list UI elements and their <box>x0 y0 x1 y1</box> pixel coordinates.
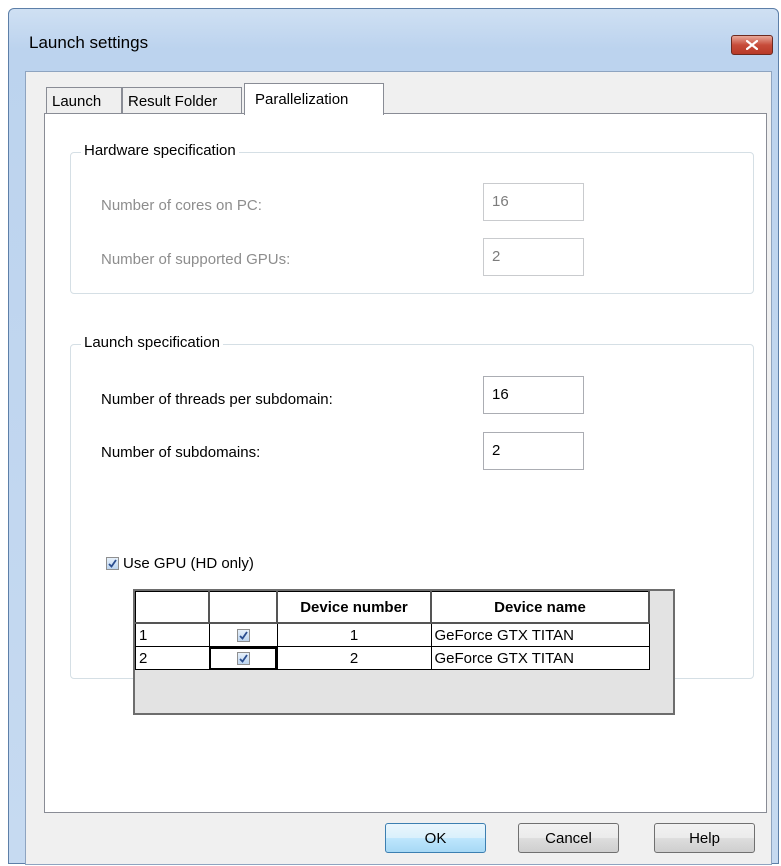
device-select-cell[interactable] <box>208 622 278 647</box>
column-header-select <box>208 591 278 624</box>
table-header-row: Device number Device name <box>135 591 650 624</box>
cores-field: 16 <box>483 183 584 221</box>
threads-field[interactable]: 16 <box>483 376 584 414</box>
gpus-field: 2 <box>483 238 584 276</box>
parallelization-panel: Hardware specification Number of cores o… <box>44 113 767 813</box>
cancel-button[interactable]: Cancel <box>518 823 619 853</box>
row-index[interactable]: 1 <box>135 622 210 647</box>
group-title: Hardware specification <box>81 142 239 159</box>
gpus-label: Number of supported GPUs: <box>101 251 291 268</box>
window-title: Launch settings <box>29 33 149 52</box>
dialog-client-area: Launch Result Folder Parallelization Har… <box>25 71 772 865</box>
launch-settings-dialog: Launch settings Launch Result Folder Par… <box>8 8 779 865</box>
device-select-cell[interactable] <box>208 646 278 670</box>
tab-parallelization[interactable]: Parallelization <box>244 83 384 115</box>
tab-label: Result Folder <box>128 92 218 110</box>
use-gpu-checkbox[interactable] <box>106 557 119 570</box>
tab-result-folder[interactable]: Result Folder <box>122 87 242 114</box>
device-number-cell[interactable]: 1 <box>276 622 432 647</box>
help-button[interactable]: Help <box>654 823 755 853</box>
ok-button[interactable]: OK <box>385 823 486 853</box>
tab-launch[interactable]: Launch <box>46 87 122 114</box>
group-title: Launch specification <box>81 334 223 351</box>
table-row: 1 1 GeForce GTX TITAN <box>135 622 650 647</box>
row-index[interactable]: 2 <box>135 646 210 670</box>
use-gpu-label: Use GPU (HD only) <box>123 555 254 572</box>
subdomains-label: Number of subdomains: <box>101 444 261 461</box>
checkmark-icon <box>108 559 117 568</box>
tab-label: Launch <box>52 92 102 110</box>
title-bar[interactable]: Launch settings <box>9 9 778 69</box>
close-button[interactable] <box>731 35 773 55</box>
subdomains-field[interactable]: 2 <box>483 432 584 470</box>
column-header-device-name[interactable]: Device name <box>430 591 650 624</box>
gpu-device-grid: Device number Device name 1 1 GeForce GT… <box>133 589 675 715</box>
hardware-specification-group: Hardware specification Number of cores o… <box>70 142 754 294</box>
threads-label: Number of threads per subdomain: <box>101 391 333 408</box>
column-header-index <box>135 591 210 624</box>
device-select-checkbox[interactable] <box>236 629 250 643</box>
tab-label: Parallelization <box>255 91 349 108</box>
gpu-device-table: Device number Device name 1 1 GeForce GT… <box>135 591 650 670</box>
device-select-checkbox[interactable] <box>236 652 250 666</box>
device-name-cell[interactable]: GeForce GTX TITAN <box>430 646 650 670</box>
use-gpu-checkbox-row[interactable]: Use GPU (HD only) <box>106 555 254 572</box>
table-row: 2 2 GeForce GTX TITAN <box>135 646 650 670</box>
column-header-device-number[interactable]: Device number <box>276 591 432 624</box>
device-name-cell[interactable]: GeForce GTX TITAN <box>430 622 650 647</box>
close-icon <box>746 40 758 50</box>
cores-label: Number of cores on PC: <box>101 197 262 214</box>
checkmark-icon <box>238 654 248 663</box>
device-number-cell[interactable]: 2 <box>276 646 432 670</box>
checkmark-icon <box>238 631 248 640</box>
